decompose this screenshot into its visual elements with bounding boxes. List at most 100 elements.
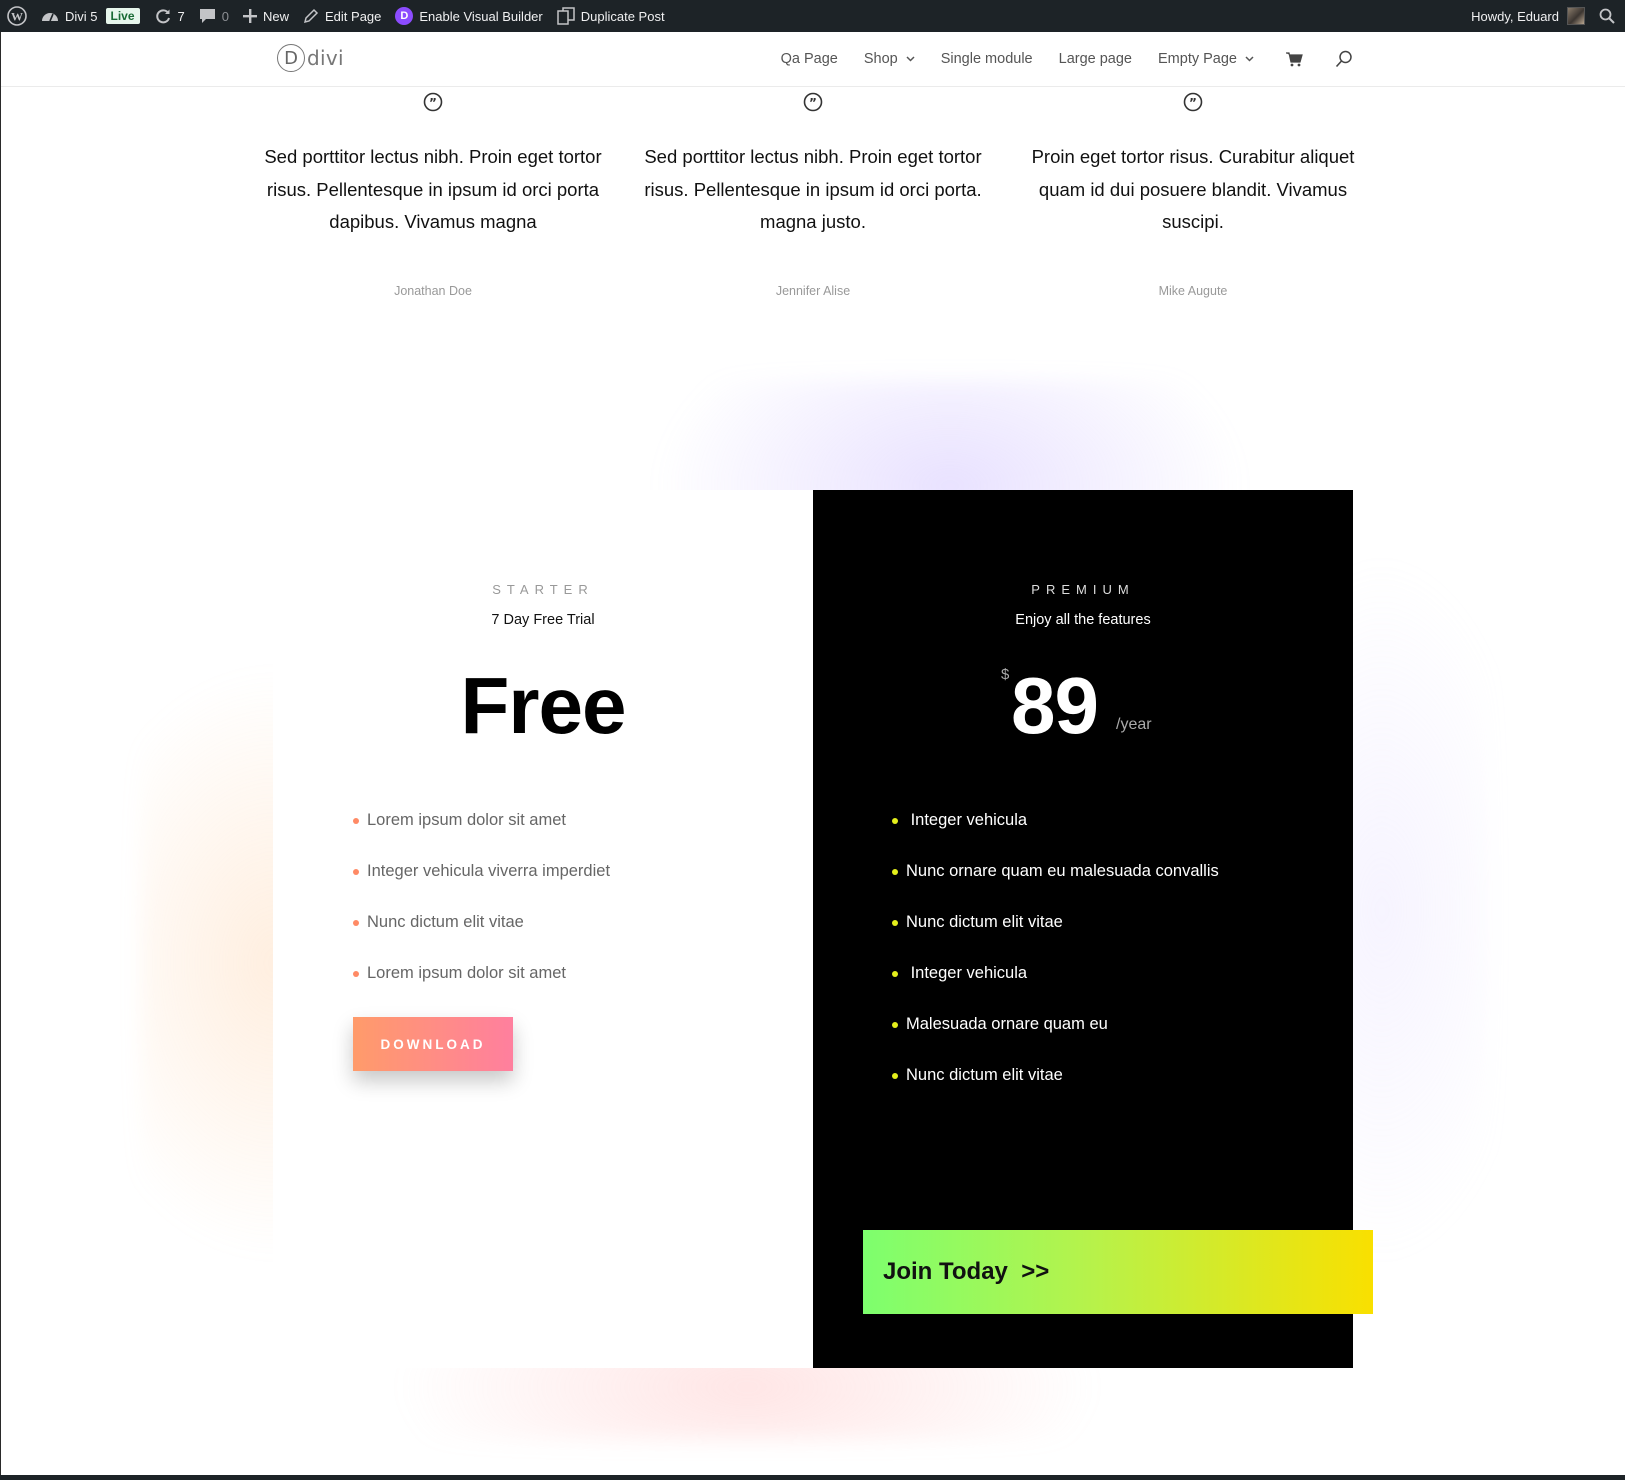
site-header: D divi Qa Page Shop Single module Large … [0, 32, 1625, 86]
nav-label: Empty Page [1158, 51, 1237, 67]
comments-link[interactable]: 0 [192, 0, 236, 32]
window-edge [0, 1475, 1625, 1480]
greeting: Howdy, Eduard [1471, 8, 1559, 24]
starter-subtitle: 7 Day Free Trial [491, 612, 595, 628]
testimonial-author: Jennifer Alise [775, 284, 851, 298]
feature-text: Integer vehicula [906, 811, 1028, 829]
comment-icon [199, 9, 215, 23]
bullet-icon [892, 920, 898, 926]
list-item: Nunc dictum elit vitae [892, 912, 1219, 963]
list-item: Integer vehicula [892, 963, 1219, 1014]
svg-text:”: ” [429, 96, 437, 110]
cart-button[interactable] [1286, 51, 1303, 67]
wp-admin-bar: W Divi 5 Live 7 0 New Edit Page D Enable… [0, 0, 1625, 32]
starter-price: Free [460, 661, 627, 750]
feature-text: Malesuada ornare quam eu [906, 1015, 1108, 1033]
duplicate-post-link[interactable]: Duplicate Post [550, 0, 672, 32]
search-icon [1599, 8, 1615, 24]
wordpress-logo-icon[interactable]: W [0, 0, 34, 32]
visual-builder-label: Enable Visual Builder [419, 8, 543, 24]
bullet-icon [892, 869, 898, 875]
join-today-button[interactable]: Join Today >> [863, 1230, 1373, 1314]
testimonial: ” Sed porttitor lectus nibh. Proin eget … [643, 92, 983, 298]
dashboard-icon [42, 13, 58, 22]
bullet-icon [892, 818, 898, 824]
nav-label: Single module [940, 51, 1033, 67]
nav-item-qa-page[interactable]: Qa Page [781, 51, 838, 67]
feature-text: Integer vehicula [906, 964, 1028, 982]
site-name-link[interactable]: Divi 5 Live [34, 0, 147, 32]
bullet-icon [353, 869, 359, 875]
testimonial: ” Sed porttitor lectus nibh. Proin eget … [263, 92, 603, 298]
testimonial-body: Sed porttitor lectus nibh. Proin eget to… [264, 146, 602, 232]
edit-page-label: Edit Page [325, 8, 382, 24]
feature-text: Integer vehicula viverra imperdiet [367, 862, 611, 880]
svg-text:W: W [11, 10, 23, 24]
list-item: Nunc dictum elit vitae [353, 912, 610, 963]
premium-tier-name: PREMIUM [1031, 582, 1135, 597]
price-period: /year [1116, 716, 1152, 733]
nav-item-empty-page[interactable]: Empty Page [1158, 51, 1254, 67]
pencil-icon [303, 8, 319, 24]
bullet-icon [892, 1073, 898, 1079]
bullet-icon [353, 920, 359, 926]
list-item: Malesuada ornare quam eu [892, 1014, 1219, 1065]
starter-tier-name: STARTER [492, 582, 594, 597]
premium-subtitle: Enjoy all the features [1015, 612, 1151, 628]
new-label: New [263, 8, 290, 24]
cart-icon [1286, 51, 1303, 66]
live-badge: Live [105, 8, 140, 24]
download-button[interactable]: DOWNLOAD [353, 1017, 513, 1071]
plus-icon [243, 9, 257, 23]
list-item: Nunc ornare quam eu malesuada convallis [892, 861, 1219, 912]
bullet-icon [892, 1022, 898, 1028]
duplicate-icon [556, 7, 575, 25]
list-item: Nunc dictum elit vitae [892, 1065, 1219, 1116]
admin-search-button[interactable] [1592, 0, 1625, 32]
quote-icon: ” [423, 92, 443, 112]
nav-label: Qa Page [780, 51, 838, 67]
bullet-icon [353, 818, 359, 824]
updates-link[interactable]: 7 [147, 0, 192, 32]
site-logo[interactable]: D divi [277, 44, 344, 72]
search-icon [1335, 50, 1352, 68]
feature-text: Nunc dictum elit vitae [906, 913, 1063, 931]
feature-text: Lorem ipsum dolor sit amet [367, 964, 566, 982]
window-edge [0, 32, 1, 1480]
logo-text: divi [307, 46, 344, 70]
nav-label: Shop [863, 51, 898, 67]
price-amount: 89 [1011, 661, 1099, 750]
avatar [1567, 7, 1585, 25]
premium-price: $ 89 /year [813, 660, 1353, 760]
feature-text: Nunc dictum elit vitae [367, 913, 524, 931]
quote-icon: ” [1183, 92, 1203, 112]
edit-page-link[interactable]: Edit Page [296, 0, 388, 32]
visual-builder-link[interactable]: D Enable Visual Builder [388, 0, 549, 32]
nav-item-single-module[interactable]: Single module [941, 51, 1033, 67]
logo-mark: D [277, 44, 305, 72]
updates-count: 7 [177, 8, 185, 24]
price-currency: $ [1001, 666, 1010, 683]
main-nav: Qa Page Shop Single module Large page Em… [755, 32, 1353, 86]
nav-item-shop[interactable]: Shop [864, 51, 915, 67]
list-item: Integer vehicula [892, 810, 1219, 861]
new-content-link[interactable]: New [236, 0, 296, 32]
testimonial: ” Proin eget tortor risus. Curabitur ali… [1023, 92, 1363, 298]
divi-icon: D [395, 7, 414, 25]
comments-count: 0 [221, 8, 229, 24]
site-search-button[interactable] [1335, 50, 1353, 68]
account-menu[interactable]: Howdy, Eduard [1464, 0, 1592, 32]
duplicate-label: Duplicate Post [580, 8, 665, 24]
nav-item-large-page[interactable]: Large page [1059, 51, 1132, 67]
feature-text: Nunc dictum elit vitae [906, 1066, 1063, 1084]
list-item: Integer vehicula viverra imperdiet [353, 861, 610, 912]
nav-label: Large page [1058, 51, 1132, 67]
chevron-down-icon [1245, 56, 1254, 62]
premium-feature-list: Integer vehicula Nunc ornare quam eu mal… [892, 810, 1219, 1116]
quote-icon: ” [803, 92, 823, 112]
site-name: Divi 5 [65, 8, 98, 24]
svg-text:”: ” [1189, 96, 1197, 110]
feature-text: Nunc ornare quam eu malesuada convallis [906, 862, 1219, 880]
bullet-icon [892, 971, 898, 977]
testimonial-author: Jonathan Doe [394, 284, 472, 298]
